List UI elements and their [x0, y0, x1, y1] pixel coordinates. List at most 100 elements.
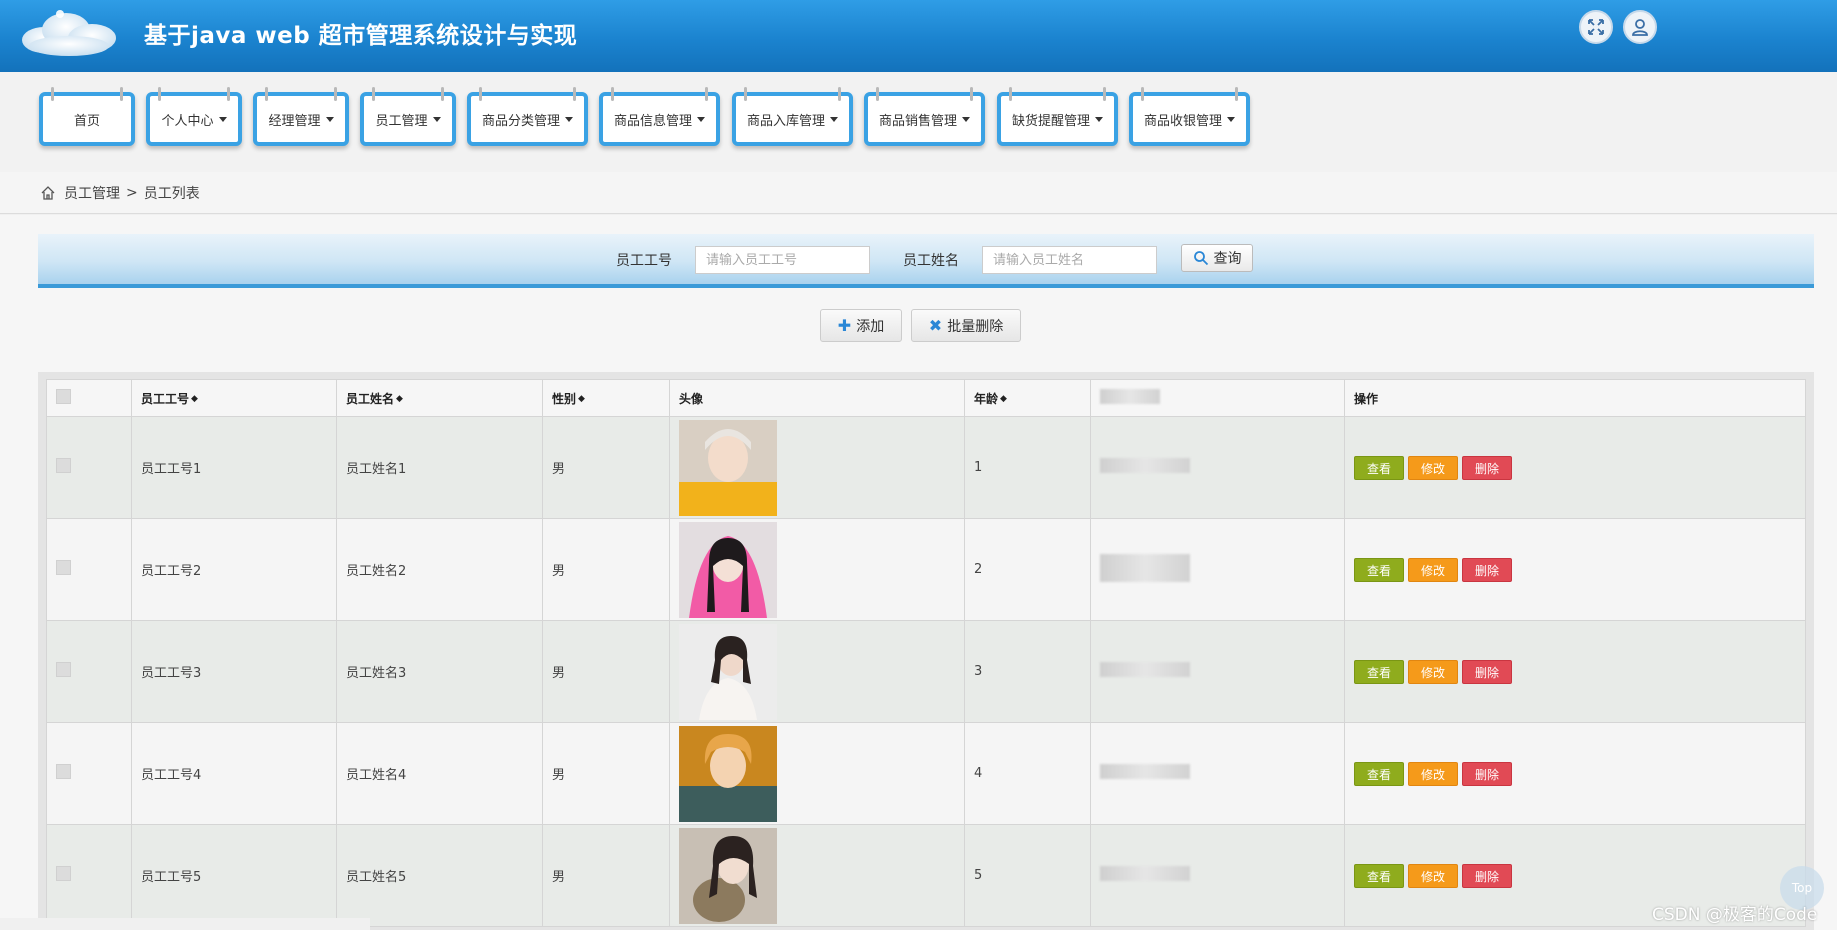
- view-button[interactable]: 查看: [1354, 557, 1404, 582]
- avatar-photo: [679, 725, 777, 822]
- employee-id-input[interactable]: [695, 246, 870, 274]
- row-checkbox[interactable]: [56, 662, 71, 677]
- cell-avatar: [669, 620, 965, 723]
- nav-item-label: 员工管理: [375, 113, 428, 129]
- edit-button[interactable]: 修改: [1408, 659, 1458, 684]
- redacted-block: [1100, 553, 1190, 582]
- add-button-label: 添加: [856, 318, 885, 335]
- redacted-block: [1100, 866, 1190, 881]
- user-icon: [1632, 19, 1648, 36]
- delete-button[interactable]: 删除: [1462, 761, 1512, 786]
- nav-item-home[interactable]: 首页: [39, 87, 135, 146]
- table-row: 员工工号5 员工姓名5 男 5 查看 修改 删除: [46, 824, 1806, 927]
- cell-gender: 男: [542, 824, 670, 927]
- avatar-photo: [679, 419, 777, 516]
- nav-item-label: 商品信息管理: [613, 113, 692, 129]
- cell-redacted: [1090, 416, 1345, 519]
- nav-item-manager[interactable]: 经理管理: [253, 87, 349, 146]
- caret-down-icon: [432, 116, 441, 122]
- sort-icon: ◆: [578, 394, 585, 404]
- delete-button[interactable]: 删除: [1462, 659, 1512, 684]
- cell-gender: 男: [542, 518, 670, 621]
- cell-gender: 男: [542, 620, 670, 723]
- batch-delete-button-label: 批量删除: [947, 318, 1004, 335]
- nav-item-label: 商品收银管理: [1143, 113, 1222, 129]
- select-all-checkbox[interactable]: [56, 389, 71, 404]
- nav-item-product-info[interactable]: 商品信息管理: [599, 87, 720, 146]
- table-row: 员工工号4 员工姓名4 男 4 查看 修改 删除: [46, 722, 1806, 825]
- caret-down-icon: [325, 116, 334, 122]
- status-bar: [0, 918, 370, 930]
- cell-name: 员工姓名1: [336, 416, 543, 519]
- edit-button[interactable]: 修改: [1408, 863, 1458, 888]
- delete-button[interactable]: 删除: [1462, 863, 1512, 888]
- nav-item-stock-in[interactable]: 商品入库管理: [732, 87, 853, 146]
- row-checkbox[interactable]: [56, 560, 71, 575]
- sort-icon: ◆: [1000, 394, 1007, 404]
- home-icon[interactable]: [40, 185, 56, 201]
- table-header-row: 员工工号 ◆ 员工姓名 ◆ 性别 ◆ 头像 年龄 ◆ 操作: [46, 379, 1806, 417]
- column-header-age[interactable]: 年龄 ◆: [964, 379, 1091, 417]
- user-button[interactable]: [1623, 10, 1657, 44]
- employee-name-input[interactable]: [982, 246, 1157, 274]
- cell-avatar: [669, 722, 965, 825]
- column-header-name[interactable]: 员工姓名 ◆: [336, 379, 543, 417]
- nav-item-employee[interactable]: 员工管理: [360, 87, 456, 146]
- redacted-block: [1100, 458, 1190, 473]
- nav-item-label: 商品销售管理: [878, 113, 957, 129]
- caret-down-icon: [218, 116, 227, 122]
- expand-arrows-icon: [1588, 19, 1604, 35]
- cell-id: 员工工号4: [131, 722, 337, 825]
- caret-down-icon: [697, 116, 705, 122]
- edit-button[interactable]: 修改: [1408, 557, 1458, 582]
- search-icon: [1193, 251, 1208, 266]
- nav-item-label: 经理管理: [268, 113, 321, 129]
- row-checkbox[interactable]: [56, 458, 71, 473]
- cell-age: 4: [964, 722, 1091, 825]
- cell-age: 1: [964, 416, 1091, 519]
- add-button[interactable]: ✚ 添加: [820, 309, 902, 342]
- cell-actions: 查看 修改 删除: [1344, 416, 1806, 519]
- view-button[interactable]: 查看: [1354, 863, 1404, 888]
- breadcrumb-current: 员工列表: [143, 185, 200, 202]
- employee-table: 员工工号 ◆ 员工姓名 ◆ 性别 ◆ 头像 年龄 ◆ 操作 员工工号1 员工姓名1 男: [46, 379, 1806, 927]
- column-header-id[interactable]: 员工工号 ◆: [131, 379, 337, 417]
- employee-id-label: 员工工号: [616, 253, 672, 269]
- cell-gender: 男: [542, 416, 670, 519]
- column-header-actions: 操作: [1344, 379, 1806, 417]
- cross-icon: ✖: [928, 316, 943, 335]
- nav-item-cashier[interactable]: 商品收银管理: [1129, 87, 1250, 146]
- main-nav: 首页 个人中心 经理管理 员工管理 商品分类管理 商品信息管理 商品入库管理 商…: [0, 72, 1837, 172]
- employee-table-wrapper: 员工工号 ◆ 员工姓名 ◆ 性别 ◆ 头像 年龄 ◆ 操作 员工工号1 员工姓名1 男: [38, 372, 1814, 930]
- nav-item-sales[interactable]: 商品销售管理: [864, 87, 985, 146]
- search-bar: 员工工号 员工姓名 查询: [38, 234, 1814, 288]
- cell-redacted: [1090, 620, 1345, 723]
- breadcrumb-parent[interactable]: 员工管理: [64, 183, 120, 203]
- batch-delete-button[interactable]: ✖ 批量删除: [911, 309, 1021, 342]
- delete-button[interactable]: 删除: [1462, 455, 1512, 480]
- nav-item-personal-center[interactable]: 个人中心: [146, 87, 242, 146]
- row-checkbox[interactable]: [56, 866, 71, 881]
- view-button[interactable]: 查看: [1354, 659, 1404, 684]
- watermark: CSDN @极客的Code: [1652, 905, 1818, 925]
- cell-redacted: [1090, 518, 1345, 621]
- delete-button[interactable]: 删除: [1462, 557, 1512, 582]
- nav-item-label: 商品入库管理: [746, 113, 825, 129]
- redacted-block: [1100, 662, 1190, 677]
- column-header-gender[interactable]: 性别 ◆: [542, 379, 670, 417]
- row-checkbox[interactable]: [56, 764, 71, 779]
- cell-id: 员工工号5: [131, 824, 337, 927]
- query-button[interactable]: 查询: [1181, 244, 1253, 272]
- cell-id: 员工工号2: [131, 518, 337, 621]
- nav-item-shortage[interactable]: 缺货提醒管理: [997, 87, 1118, 146]
- fullscreen-button[interactable]: [1579, 10, 1613, 44]
- view-button[interactable]: 查看: [1354, 761, 1404, 786]
- breadcrumb-separator: >: [126, 184, 138, 201]
- edit-button[interactable]: 修改: [1408, 455, 1458, 480]
- view-button[interactable]: 查看: [1354, 455, 1404, 480]
- cell-age: 5: [964, 824, 1091, 927]
- nav-item-category[interactable]: 商品分类管理: [467, 87, 588, 146]
- edit-button[interactable]: 修改: [1408, 761, 1458, 786]
- cell-age: 3: [964, 620, 1091, 723]
- query-button-label: 查询: [1213, 251, 1242, 267]
